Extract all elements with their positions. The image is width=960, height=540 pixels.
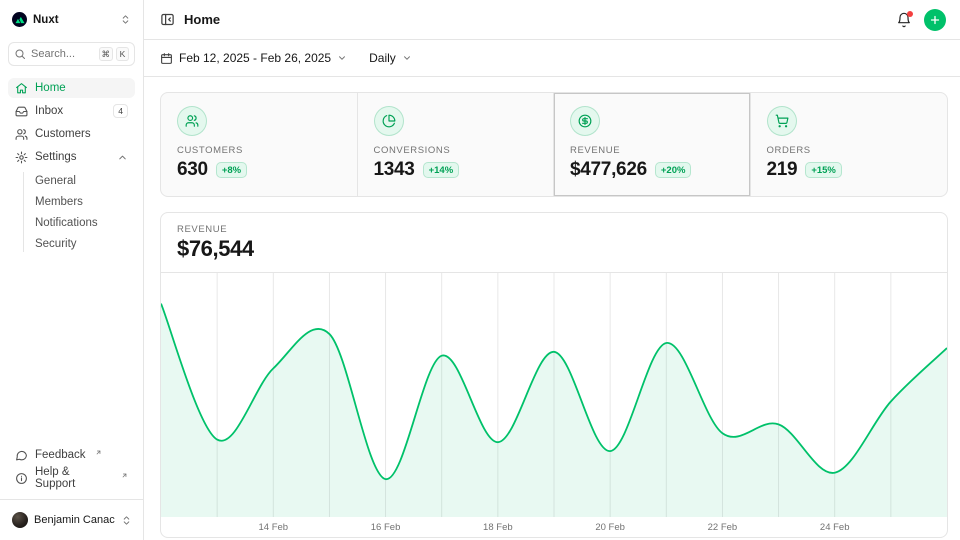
sidebar-item-label: Customers — [35, 128, 91, 140]
page-title: Home — [184, 12, 220, 27]
stat-label: REVENUE — [570, 145, 734, 156]
nuxt-logo-icon — [12, 12, 27, 27]
stat-label: CONVERSIONS — [374, 145, 538, 156]
notification-dot — [907, 11, 913, 17]
avatar — [12, 512, 28, 528]
users-icon — [15, 128, 28, 141]
delta-badge: +14% — [423, 162, 460, 178]
interval-label: Daily — [369, 51, 396, 65]
sidebar-item-home[interactable]: Home — [8, 78, 135, 98]
interval-select[interactable]: Daily — [369, 51, 412, 65]
delta-badge: +15% — [805, 162, 842, 178]
sidebar-item-label: Home — [35, 82, 66, 94]
filter-toolbar: Feb 12, 2025 - Feb 26, 2025 Daily — [144, 40, 960, 77]
main-panel: Home Feb 12, 2025 - Feb 26, 2025 — [144, 0, 960, 540]
pie-chart-icon — [374, 106, 404, 136]
notifications-button[interactable] — [896, 12, 912, 28]
revenue-chart-card: REVENUE $76,544 14 Feb 16 Feb 18 Feb 20 Feb… — [160, 212, 948, 538]
sidebar-item-help-support[interactable]: Help & Support — [8, 468, 135, 488]
chart-plot-area — [161, 272, 947, 517]
x-tick-label: 16 Feb — [371, 522, 401, 533]
sidebar-item-label: Help & Support — [35, 466, 112, 490]
divider — [0, 499, 143, 500]
chevron-up-down-icon — [121, 515, 132, 526]
user-menu[interactable]: Benjamin Canac — [8, 503, 135, 532]
user-name: Benjamin Canac — [34, 514, 115, 526]
x-tick-label: 14 Feb — [258, 522, 288, 533]
inbox-count-badge: 4 — [113, 104, 128, 118]
sidebar-item-inbox[interactable]: Inbox 4 — [8, 101, 135, 121]
revenue-area-chart[interactable] — [161, 273, 947, 517]
home-icon — [15, 82, 28, 95]
external-link-icon — [95, 449, 102, 456]
inbox-icon — [15, 105, 28, 118]
settings-submenu: General Members Notifications Security — [23, 170, 135, 254]
kbd-k: K — [116, 47, 129, 61]
stats-row: CUSTOMERS 630 +8% CONVERSIONS 1343 +14% — [160, 92, 948, 197]
date-range-label: Feb 12, 2025 - Feb 26, 2025 — [179, 51, 331, 65]
dollar-circle-icon — [570, 106, 600, 136]
stat-card-orders[interactable]: ORDERS 219 +15% — [751, 93, 948, 196]
info-circle-icon — [15, 472, 28, 485]
cart-icon — [767, 106, 797, 136]
x-tick-label: 18 Feb — [483, 522, 513, 533]
sidebar-item-feedback[interactable]: Feedback — [8, 445, 135, 465]
search-placeholder: Search... — [31, 48, 75, 60]
stat-card-customers[interactable]: CUSTOMERS 630 +8% — [161, 93, 358, 196]
sidebar-item-label: Inbox — [35, 105, 63, 117]
search-input[interactable]: Search... ⌘ K — [8, 42, 135, 66]
users-icon — [177, 106, 207, 136]
x-tick-label: 20 Feb — [595, 522, 625, 533]
x-tick-label: 24 Feb — [820, 522, 850, 533]
sidebar-item-label: Feedback — [35, 449, 86, 461]
add-button[interactable] — [924, 9, 946, 31]
chart-x-axis: 14 Feb 16 Feb 18 Feb 20 Feb 22 Feb 24 Feb — [161, 517, 947, 537]
workspace-name: Nuxt — [33, 14, 59, 26]
chevron-up-icon — [117, 152, 128, 163]
chevron-up-down-icon — [120, 14, 131, 25]
sidebar-item-members[interactable]: Members — [24, 191, 135, 212]
external-link-icon — [121, 472, 128, 479]
sidebar-item-security[interactable]: Security — [24, 233, 135, 254]
stat-value: $477,626 — [570, 159, 647, 181]
chart-metric-label: REVENUE — [177, 224, 931, 235]
sidebar-footer: Feedback Help & Support Benjamin Canac — [8, 445, 135, 532]
delta-badge: +8% — [216, 162, 247, 178]
stat-value: 219 — [767, 159, 798, 181]
sidebar-item-settings[interactable]: Settings — [8, 147, 135, 167]
workspace-switcher[interactable]: Nuxt — [8, 8, 135, 31]
delta-badge: +20% — [655, 162, 692, 178]
sidebar: Nuxt Search... ⌘ K Home — [0, 0, 144, 540]
sidebar-item-label: Settings — [35, 151, 77, 163]
sidebar-item-general[interactable]: General — [24, 170, 135, 191]
x-tick-label: 22 Feb — [708, 522, 738, 533]
sidebar-item-notifications[interactable]: Notifications — [24, 212, 135, 233]
chart-metric-value: $76,544 — [177, 236, 931, 262]
stat-label: CUSTOMERS — [177, 145, 341, 156]
sidebar-item-customers[interactable]: Customers — [8, 124, 135, 144]
sidebar-nav: Home Inbox 4 Customers Settings — [8, 78, 135, 254]
search-shortcut: ⌘ K — [99, 47, 130, 61]
calendar-icon — [160, 52, 173, 65]
chevron-down-icon — [402, 53, 412, 63]
stat-card-conversions[interactable]: CONVERSIONS 1343 +14% — [358, 93, 555, 196]
message-bubble-icon — [15, 449, 28, 462]
stat-card-revenue[interactable]: REVENUE $477,626 +20% — [554, 93, 751, 196]
chevron-down-icon — [337, 53, 347, 63]
sidebar-collapse-icon[interactable] — [160, 12, 175, 27]
search-icon — [14, 48, 26, 60]
stat-value: 1343 — [374, 159, 415, 181]
chart-header: REVENUE $76,544 — [161, 213, 947, 272]
kbd-cmd: ⌘ — [99, 47, 114, 61]
date-range-picker[interactable]: Feb 12, 2025 - Feb 26, 2025 — [160, 51, 347, 65]
stat-label: ORDERS — [767, 145, 932, 156]
dashboard-content: CUSTOMERS 630 +8% CONVERSIONS 1343 +14% — [144, 77, 960, 540]
topbar: Home — [144, 0, 960, 40]
stat-value: 630 — [177, 159, 208, 181]
dashboard-app: Nuxt Search... ⌘ K Home — [0, 0, 960, 540]
gear-icon — [15, 151, 28, 164]
